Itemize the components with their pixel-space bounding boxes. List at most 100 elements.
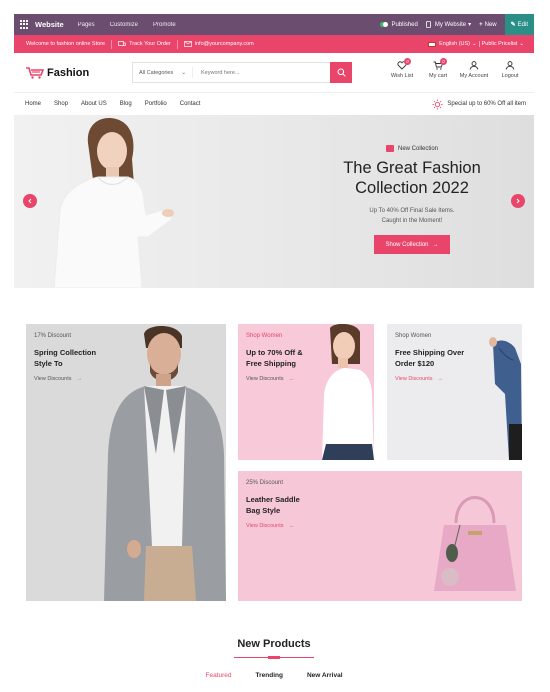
pencil-icon: ✎ xyxy=(510,22,516,28)
view-discounts-link[interactable]: View Discounts → xyxy=(246,523,300,529)
site-logo[interactable]: Fashion xyxy=(25,67,89,79)
nav-about[interactable]: About US xyxy=(81,101,107,107)
logo-text: Fashion xyxy=(47,66,90,79)
edit-label: Edit xyxy=(517,21,528,28)
denim-jacket-image xyxy=(489,337,522,460)
sun-icon xyxy=(432,99,443,109)
view-discounts-link[interactable]: View Discounts → xyxy=(395,376,464,382)
plus-icon: + xyxy=(479,21,483,28)
man-model-image xyxy=(104,326,226,601)
show-collection-label: Show Collection xyxy=(385,241,429,248)
us-flag-icon xyxy=(428,41,437,47)
language-select[interactable]: English (US) xyxy=(439,41,470,47)
tab-trending[interactable]: Trending xyxy=(256,672,283,679)
my-website-label: My Website xyxy=(434,21,467,28)
hero-subtitle-line2: Caught in the Moment! xyxy=(381,218,443,224)
search-icon xyxy=(337,68,346,77)
hero-title-line2: Collection 2022 xyxy=(355,179,469,197)
chevron-right-icon xyxy=(516,198,520,204)
nav-blog[interactable]: Blog xyxy=(120,101,132,107)
email-label: info@yourcompany.com xyxy=(194,41,254,47)
pricelist-select[interactable]: Public Pricelist xyxy=(478,41,517,47)
track-order-link[interactable]: Track Your Order xyxy=(112,39,178,49)
promo-card-free-shipping[interactable]: Shop Women Free Shipping Over Order $120 … xyxy=(387,324,522,460)
cart-label: My cart xyxy=(428,73,448,79)
tab-featured[interactable]: Featured xyxy=(205,672,231,679)
chevron-down-icon: ⌄ xyxy=(181,69,186,76)
edit-button[interactable]: ✎ Edit xyxy=(504,14,534,35)
card-category-label: Shop Women xyxy=(246,333,283,339)
hero-subtitle-line1: Up To 40% Off Final Sale Items. xyxy=(369,208,455,214)
card-discount-label: 17% Discount xyxy=(34,333,72,339)
wishlist-button[interactable]: 0 Wish List xyxy=(384,58,420,79)
card-title-line1: Leather Saddle xyxy=(246,495,300,504)
promo-card-spring[interactable]: 17% Discount Spring Collection Style To V… xyxy=(26,324,226,601)
admin-menu-pages[interactable]: Pages xyxy=(78,22,95,28)
tab-new-arrival[interactable]: New Arrival xyxy=(307,672,343,679)
chevron-down-icon: ▾ xyxy=(468,22,472,28)
arrow-right-icon: → xyxy=(76,376,83,382)
user-logout-icon xyxy=(505,61,515,70)
card-title: Free Shipping Over Order $120 xyxy=(395,347,464,369)
admin-menu-customize[interactable]: Customize xyxy=(110,22,138,28)
new-button[interactable]: + New xyxy=(479,22,497,28)
nav-contact[interactable]: Contact xyxy=(180,101,201,107)
email-link[interactable]: info@yourcompany.com xyxy=(178,40,260,49)
promo-card-spring-text: 17% Discount Spring Collection Style To V… xyxy=(34,333,96,382)
truck-icon xyxy=(118,41,126,46)
published-toggle[interactable]: Published xyxy=(380,22,418,28)
admin-bar: Website Pages Customize Promote Publishe… xyxy=(14,14,534,35)
search-bar: All Categories ⌄ xyxy=(132,62,352,83)
handbag-image xyxy=(434,496,516,591)
view-discounts-link[interactable]: View Discounts → xyxy=(34,376,96,382)
arrow-right-icon: → xyxy=(288,376,295,382)
apps-grid-icon[interactable] xyxy=(20,19,30,30)
header-icons: 0 Wish List 0 My cart My Account Logout xyxy=(384,58,528,79)
category-select[interactable]: All Categories ⌄ xyxy=(133,67,193,78)
admin-site-title[interactable]: Website xyxy=(35,20,64,29)
view-discounts-link[interactable]: View Discounts → xyxy=(246,376,303,382)
underline-accent xyxy=(268,656,280,659)
admin-menu-promote[interactable]: Promote xyxy=(153,22,176,28)
nav-home[interactable]: Home xyxy=(25,101,41,107)
view-discounts-label: View Discounts xyxy=(246,523,284,529)
arrow-right-icon: → xyxy=(288,523,295,529)
card-discount-label: 25% Discount xyxy=(246,480,284,486)
category-label: All Categories xyxy=(139,69,174,76)
card-title: Up to 70% Off & Free Shipping xyxy=(246,347,303,369)
arrow-right-icon: → xyxy=(437,376,444,382)
hero-model-image xyxy=(53,118,174,288)
hero-tag-label: New Collection xyxy=(397,145,439,152)
cart-button[interactable]: 0 My cart xyxy=(420,58,456,79)
hero-prev-button[interactable] xyxy=(23,194,37,208)
promo-card-bag-text: 25% Discount Leather Saddle Bag Style Vie… xyxy=(246,480,300,529)
chevron-down-icon: ⌄ xyxy=(472,41,477,47)
card-title-line2: Order $120 xyxy=(395,359,435,368)
promo-card-leather-bag[interactable]: 25% Discount Leather Saddle Bag Style Vie… xyxy=(238,471,522,601)
nav-shop[interactable]: Shop xyxy=(54,101,68,107)
hero-next-button[interactable] xyxy=(511,194,525,208)
show-collection-button[interactable]: Show Collection → xyxy=(374,235,450,254)
promo-card-women-sale[interactable]: Shop Women Up to 70% Off & Free Shipping … xyxy=(238,324,374,460)
account-button[interactable]: My Account xyxy=(456,61,492,79)
card-title-line1: Up to 70% Off & xyxy=(246,348,303,357)
nav-portfolio[interactable]: Portfolio xyxy=(145,101,167,107)
my-website-menu[interactable]: My Website ▾ xyxy=(425,21,472,28)
site-header: Fashion All Categories ⌄ 0 Wish List 0 M… xyxy=(14,53,534,93)
special-offer: Special up to 60% Off all item xyxy=(432,99,526,110)
card-title-line1: Free Shipping Over xyxy=(395,348,465,357)
card-title-line2: Style To xyxy=(34,359,63,368)
logout-button[interactable]: Logout xyxy=(492,61,528,79)
new-products-title: New Products xyxy=(237,638,311,650)
search-button[interactable] xyxy=(330,62,352,83)
search-input[interactable] xyxy=(193,69,313,76)
card-title-line2: Free Shipping xyxy=(246,359,297,368)
card-title: Spring Collection Style To xyxy=(34,347,96,369)
page-frame: Website Pages Customize Promote Publishe… xyxy=(14,14,534,692)
cart-logo-icon xyxy=(26,66,45,79)
hero-content: New Collection The Great Fashion Collecti… xyxy=(332,145,492,254)
track-order-label: Track Your Order xyxy=(129,41,171,47)
wishlist-badge: 0 xyxy=(404,58,411,65)
view-discounts-label: View Discounts xyxy=(246,376,284,382)
cart-badge: 0 xyxy=(440,58,447,65)
